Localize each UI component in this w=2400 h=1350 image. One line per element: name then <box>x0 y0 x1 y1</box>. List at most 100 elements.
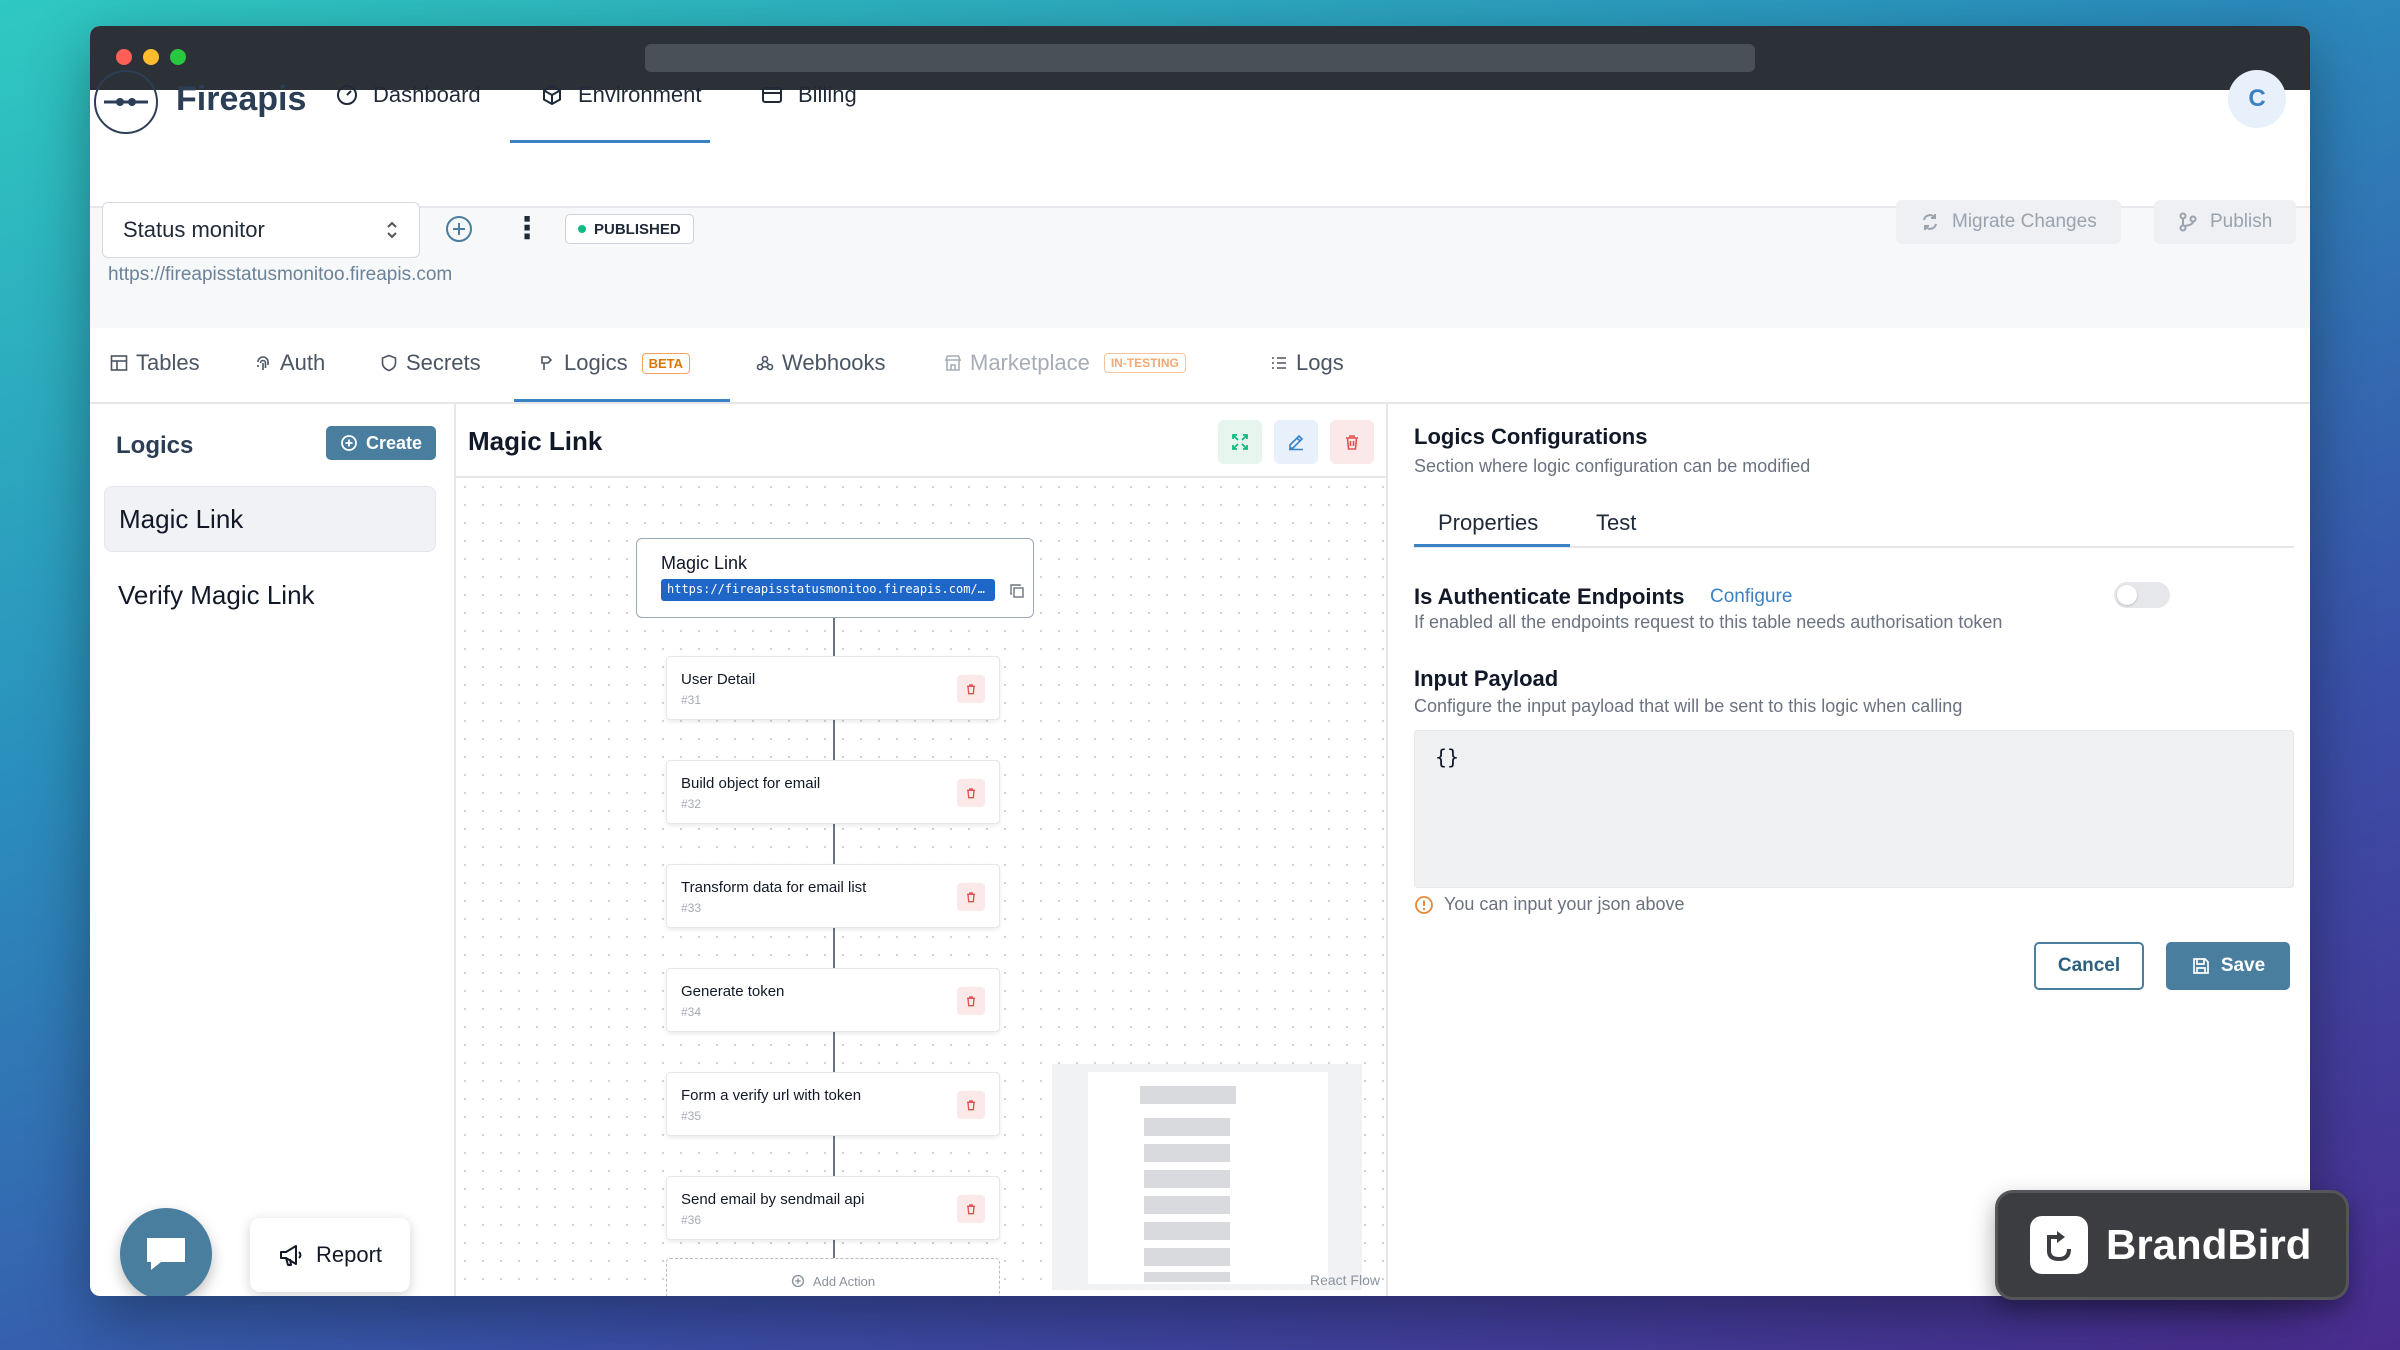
logic-item-verify-magic-link[interactable]: Verify Magic Link <box>104 562 436 628</box>
minimap-node <box>1144 1196 1230 1214</box>
more-options-icon[interactable]: ⋮ <box>512 212 542 246</box>
logic-item-magic-link[interactable]: Magic Link <box>104 486 436 552</box>
avatar[interactable]: C <box>2228 70 2286 128</box>
auth-endpoints-toggle[interactable] <box>2114 582 2170 608</box>
copy-icon[interactable] <box>1009 583 1025 599</box>
configure-link[interactable]: Configure <box>1710 586 1792 608</box>
trash-icon <box>967 1204 975 1215</box>
trash-icon <box>967 788 975 799</box>
flow-step-node[interactable]: Form a verify url with token #35 <box>666 1072 1000 1136</box>
tab-marketplace[interactable]: Marketplace IN-TESTING <box>944 350 1186 376</box>
step-id: #31 <box>681 693 702 707</box>
delete-step-button[interactable] <box>957 675 985 703</box>
tab-webhooks[interactable]: Webhooks <box>756 350 886 376</box>
minimap-node <box>1144 1222 1230 1240</box>
expand-button[interactable] <box>1218 420 1262 464</box>
tab-auth[interactable]: Auth <box>254 350 325 376</box>
add-project-icon[interactable] <box>444 214 474 244</box>
flow-minimap[interactable] <box>1052 1064 1362 1290</box>
nav-dashboard[interactable]: Dashboard <box>335 82 481 108</box>
minimap-node <box>1144 1144 1230 1162</box>
git-branch-icon <box>2179 212 2197 232</box>
status-badge: PUBLISHED <box>565 214 694 244</box>
minimize-window-dot[interactable] <box>143 49 159 65</box>
logic-icon <box>541 356 553 370</box>
react-flow-attribution[interactable]: React Flow <box>1310 1272 1380 1288</box>
tab-auth-label: Auth <box>280 350 326 375</box>
json-hint-text: You can input your json above <box>1444 894 1685 914</box>
tab-secrets[interactable]: Secrets <box>380 350 481 376</box>
delete-step-button[interactable] <box>957 1195 985 1223</box>
step-id: #33 <box>681 901 702 915</box>
flow-step-node[interactable]: Generate token #34 <box>666 968 1000 1032</box>
add-action-label: Add Action <box>812 1273 876 1289</box>
create-logic-button[interactable]: Create <box>326 426 436 460</box>
app-window: Fireapis Dashboard Environment Billing C… <box>90 26 2310 1296</box>
project-select-value: Status monitor <box>123 217 265 242</box>
flow-root-node[interactable]: Magic Link https://fireapisstatusmonitoo… <box>636 538 1034 618</box>
canvas-header: Magic Link <box>456 404 1386 478</box>
step-id: #35 <box>681 1109 702 1123</box>
flow-step-node[interactable]: Build object for email #32 <box>666 760 1000 824</box>
logic-canvas-panel: Magic Link Magic Link https://fireapisst… <box>456 404 1388 1296</box>
cancel-button[interactable]: Cancel <box>2034 942 2144 990</box>
project-select[interactable]: Status monitor <box>102 202 420 258</box>
tab-logs[interactable]: Logs <box>1270 350 1344 376</box>
canvas-title: Magic Link <box>468 426 603 456</box>
json-payload-editor[interactable]: {} <box>1414 730 2294 888</box>
beta-badge: BETA <box>641 352 691 374</box>
tab-webhooks-label: Webhooks <box>782 350 886 375</box>
config-tab-active-indicator <box>1414 544 1570 547</box>
brandbird-logo-icon <box>2030 1216 2088 1274</box>
trash-icon <box>1346 435 1358 450</box>
nav-billing-label: Billing <box>798 82 857 107</box>
delete-step-button[interactable] <box>957 1091 985 1119</box>
tab-logics[interactable]: Logics BETA <box>538 350 691 376</box>
flow-connector <box>833 720 835 760</box>
toggle-knob <box>2117 585 2137 605</box>
trash-icon <box>967 996 975 1007</box>
flow-step-node[interactable]: Transform data for email list #33 <box>666 864 1000 928</box>
auth-endpoints-title: Is Authenticate Endpoints <box>1414 584 1685 609</box>
save-button[interactable]: Save <box>2166 942 2290 990</box>
status-badge-label: PUBLISHED <box>594 220 681 238</box>
minimap-node <box>1144 1170 1230 1188</box>
report-button[interactable]: Report <box>250 1218 410 1292</box>
floppy-disk-icon <box>2192 958 2209 974</box>
tab-logs-label: Logs <box>1296 350 1344 375</box>
address-bar[interactable] <box>645 44 1755 72</box>
delete-logic-button[interactable] <box>1330 420 1374 464</box>
delete-step-button[interactable] <box>957 779 985 807</box>
tab-test[interactable]: Test <box>1596 510 1636 536</box>
project-url[interactable]: https://fireapisstatusmonitoo.fireapis.c… <box>108 264 452 286</box>
save-label: Save <box>2220 955 2266 976</box>
tab-tables[interactable]: Tables <box>110 350 200 376</box>
flow-connector <box>833 618 835 656</box>
chat-support-button[interactable] <box>120 1208 212 1296</box>
flow-step-node[interactable]: User Detail #31 <box>666 656 1000 720</box>
expand-icon <box>1232 434 1248 450</box>
add-action-button[interactable]: Add Action <box>666 1258 1000 1296</box>
flow-connector <box>833 824 835 864</box>
publish-button[interactable]: Publish <box>2154 200 2297 244</box>
brand-name: Fireapis <box>176 80 307 118</box>
delete-step-button[interactable] <box>957 883 985 911</box>
flow-connector <box>833 1032 835 1072</box>
input-payload-description: Configure the input payload that will be… <box>1414 696 1963 716</box>
nav-environment[interactable]: Environment <box>540 82 702 108</box>
gauge-icon <box>337 85 357 105</box>
table-icon <box>110 355 128 371</box>
migrate-changes-button[interactable]: Migrate Changes <box>1896 200 2121 244</box>
flow-canvas[interactable]: Magic Link https://fireapisstatusmonitoo… <box>456 478 1386 1296</box>
nav-billing[interactable]: Billing <box>760 82 857 108</box>
sync-icon <box>1923 214 1937 230</box>
maximize-window-dot[interactable] <box>170 49 186 65</box>
step-name: Build object for email <box>681 775 821 792</box>
flow-step-node[interactable]: Send email by sendmail api #36 <box>666 1176 1000 1240</box>
json-hint: You can input your json above <box>1414 894 1685 915</box>
brandbird-watermark: BrandBird <box>1995 1190 2349 1300</box>
edit-button[interactable] <box>1274 420 1318 464</box>
close-window-dot[interactable] <box>116 49 132 65</box>
delete-step-button[interactable] <box>957 987 985 1015</box>
tab-properties[interactable]: Properties <box>1438 510 1538 536</box>
